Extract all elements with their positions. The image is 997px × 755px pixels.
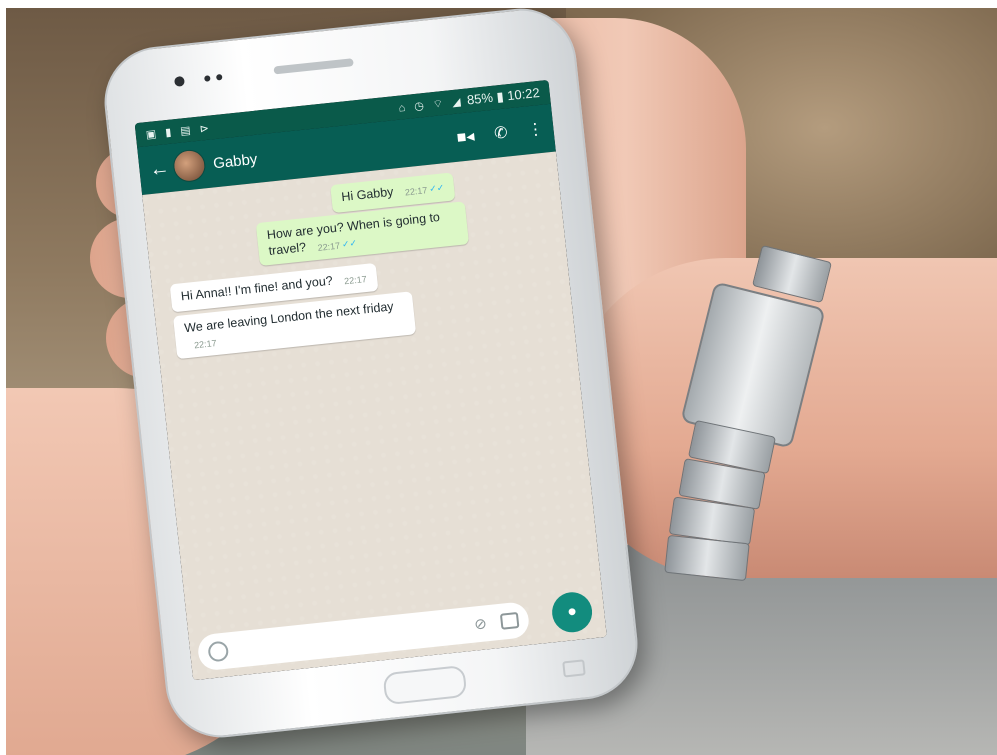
back-arrow-icon[interactable]: ←	[148, 157, 170, 182]
read-receipt-icon: ✓✓	[341, 237, 358, 249]
system-icons: ⌂ ◷ ⌔ ◢	[398, 95, 465, 115]
message-text: Hi Gabby	[340, 184, 395, 205]
message-time: 22:17	[193, 338, 218, 351]
avatar[interactable]	[171, 148, 207, 184]
battery-icon: ▮	[495, 88, 505, 105]
front-camera	[173, 75, 185, 87]
camera-icon[interactable]	[499, 611, 520, 630]
earpiece-speaker	[273, 58, 354, 75]
sensor-dot	[204, 75, 211, 82]
photo-scene: ▣ ▮ ▤ ⊳ ⌂ ◷ ⌔ ◢ 85% ▮ 10:22 ← Gabby ■◂ ✆…	[6, 8, 997, 755]
message-time: 22:17	[317, 240, 341, 253]
emoji-icon[interactable]	[207, 640, 230, 663]
more-vert-icon[interactable]: ⋮	[526, 119, 545, 141]
status-time: 10:22	[506, 84, 541, 104]
input-field[interactable]	[228, 625, 474, 651]
phone-screen: ▣ ▮ ▤ ⊳ ⌂ ◷ ⌔ ◢ 85% ▮ 10:22 ← Gabby ■◂ ✆…	[134, 79, 607, 681]
read-receipt-icon: ✓✓	[428, 182, 445, 194]
sensor-dot	[215, 73, 223, 81]
message-text: How are you? When is going to travel?	[266, 209, 441, 258]
chat-area: Hi Gabby 22:17✓✓ How are you? When is go…	[142, 151, 607, 681]
message-time: 22:17	[404, 185, 428, 198]
phone-icon[interactable]: ✆	[493, 122, 508, 143]
recent-apps-icon[interactable]	[562, 659, 586, 678]
header-actions: ■◂ ✆ ⋮	[456, 119, 545, 148]
message-text: Hi Anna!! I'm fine! and you?	[180, 273, 334, 304]
attach-icon[interactable]: ⊘	[473, 614, 487, 633]
band-link	[664, 534, 750, 582]
video-call-icon[interactable]: ■◂	[456, 126, 476, 148]
mic-icon[interactable]: ●	[550, 590, 595, 635]
smartphone: ▣ ▮ ▤ ⊳ ⌂ ◷ ⌔ ◢ 85% ▮ 10:22 ← Gabby ■◂ ✆…	[99, 8, 643, 743]
message-input[interactable]: ⊘	[196, 600, 531, 672]
home-button[interactable]	[382, 664, 468, 706]
battery-percent: 85%	[466, 89, 494, 108]
message-time: 22:17	[343, 274, 368, 287]
notification-icons: ▣ ▮ ▤ ⊳	[145, 121, 213, 141]
metal-watch-band	[656, 244, 836, 583]
message-bubble-outgoing[interactable]: How are you? When is going to travel? 22…	[255, 201, 470, 267]
